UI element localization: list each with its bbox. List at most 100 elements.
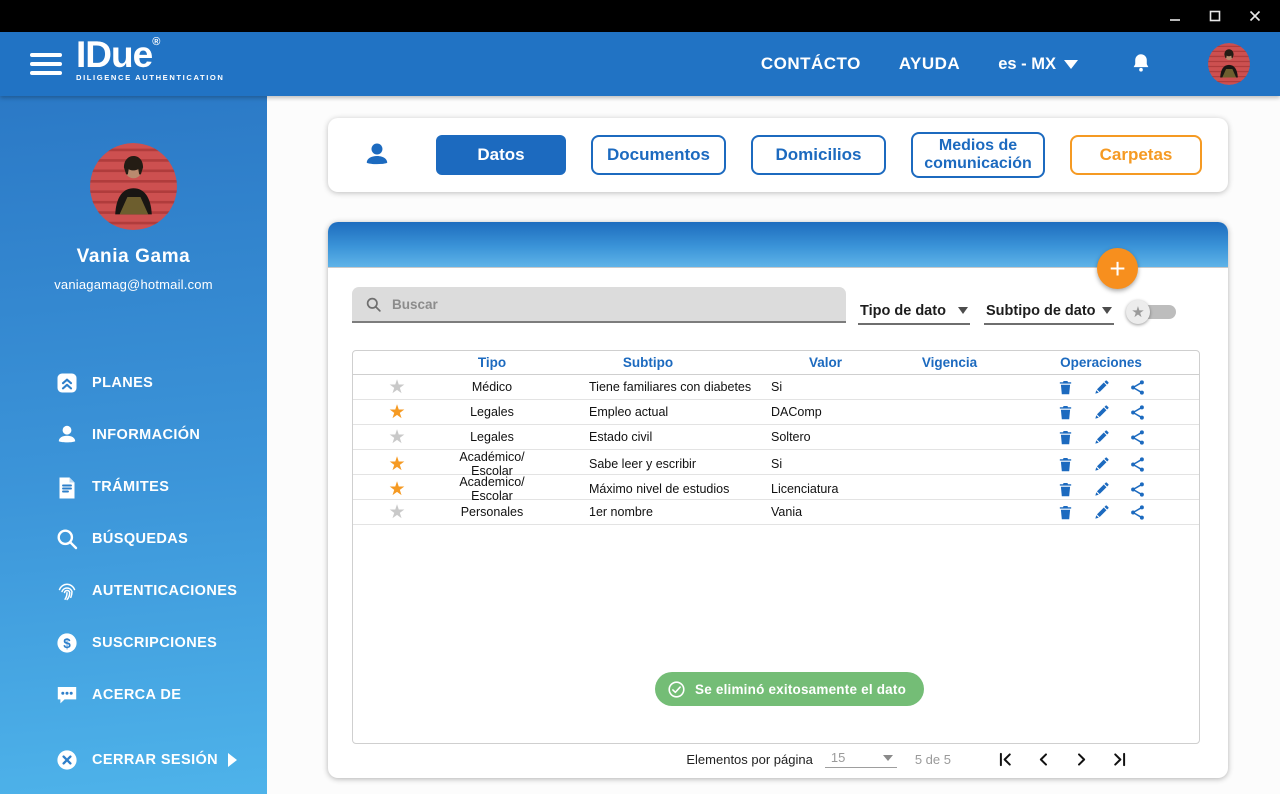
share-icon[interactable] [1129,404,1146,421]
chevron-down-icon [958,307,968,314]
search-bar [352,287,846,323]
language-selector[interactable]: es - MX [998,55,1078,74]
first-page-icon[interactable] [997,751,1014,768]
delete-icon[interactable] [1057,429,1074,446]
header-avatar[interactable] [1208,43,1250,85]
close-icon[interactable] [1242,3,1268,29]
cell-valor: Si [771,380,783,394]
pagination-label: Elementos por página [686,751,813,767]
sidebar-item-tramites[interactable]: TRÁMITES [0,461,267,513]
favorite-star-icon[interactable]: ★ [353,403,441,422]
tipo-filter-label: Tipo de dato [860,302,946,319]
delete-icon[interactable] [1057,456,1074,473]
cell-tipo: Academico/ Escolar [459,475,525,503]
delete-icon[interactable] [1057,481,1074,498]
sidebar-item-cerrar-sesion[interactable]: CERRAR SESIÓN [0,736,267,784]
logout-label: CERRAR SESIÓN [92,752,219,768]
edit-icon[interactable] [1093,404,1110,421]
cell-valor: DAComp [771,405,822,419]
header-operaciones: Operaciones [1060,355,1142,370]
cell-tipo: Académico/ Escolar [459,450,525,478]
share-icon[interactable] [1129,456,1146,473]
main-content: Datos Documentos Domicilios Medios de comun… [267,96,1280,794]
share-icon[interactable] [1129,429,1146,446]
table-header-row: Tipo Subtipo Valor Vigencia Operaciones [353,351,1199,375]
favorite-star-icon[interactable]: ★ [353,455,441,474]
share-icon[interactable] [1129,481,1146,498]
favorite-star-icon[interactable]: ★ [353,428,441,447]
sidebar-item-informacion[interactable]: INFORMACIÓN [0,409,267,461]
minimize-icon[interactable] [1162,3,1188,29]
logo-title: IDue [76,34,153,75]
edit-icon[interactable] [1093,504,1110,521]
subtipo-de-dato-dropdown[interactable]: Subtipo de dato [984,298,1114,325]
contact-link[interactable]: CONTÁCTO [761,54,861,74]
last-page-icon[interactable] [1111,751,1128,768]
edit-icon[interactable] [1093,456,1110,473]
sidebar-item-label: AUTENTICACIONES [92,583,238,599]
cell-operaciones [1001,429,1199,446]
cell-tipo: Legales [470,405,514,419]
delete-icon[interactable] [1057,379,1074,396]
sidebar-item-label: INFORMACIÓN [92,427,201,443]
share-icon[interactable] [1129,504,1146,521]
sidebar-item-acerca-de[interactable]: ACERCA DE [0,669,267,721]
sidebar-item-busquedas[interactable]: BÚSQUEDAS [0,513,267,565]
chevron-down-icon [882,754,893,761]
header-tipo: Tipo [477,355,507,370]
success-toast: Se eliminó exitosamente el dato [655,672,925,706]
page-size-select[interactable]: 15 [824,750,897,768]
maximize-icon[interactable] [1202,3,1228,29]
check-circle-icon [667,680,686,699]
tab-documentos[interactable]: Documentos [591,135,726,175]
logo-tagline: DILIGENCE AUTHENTICATION [76,73,225,82]
sidebar-item-label: SUSCRIPCIONES [92,635,218,651]
edit-icon[interactable] [1093,379,1110,396]
bell-icon[interactable] [1130,52,1152,76]
search-input[interactable] [392,296,812,312]
favorite-star-icon[interactable]: ★ [353,480,441,499]
menu-icon[interactable] [30,53,62,75]
chat-icon [55,683,79,707]
tab-medios-de-comunicacion[interactable]: Medios de comunicación [911,132,1045,178]
toast-message: Se eliminó exitosamente el dato [695,681,907,697]
svg-text:$: $ [63,636,71,651]
help-link[interactable]: AYUDA [899,54,960,74]
star-icon: ★ [1126,300,1150,324]
edit-icon[interactable] [1093,481,1110,498]
subtipo-filter-label: Subtipo de dato [986,302,1096,319]
table-row: ★ Legales Estado civil Soltero [353,425,1199,450]
document-icon [55,475,79,499]
cell-operaciones [1001,504,1199,521]
delete-icon[interactable] [1057,504,1074,521]
delete-icon[interactable] [1057,404,1074,421]
next-page-icon[interactable] [1073,751,1090,768]
add-button[interactable]: + [1097,248,1138,289]
profile-name: Vania Gama [76,246,191,267]
cell-tipo: Personales [460,505,524,519]
sidebar-item-autenticaciones[interactable]: AUTENTICACIONES [0,565,267,617]
sidebar-item-planes[interactable]: PLANES [0,357,267,409]
tab-datos[interactable]: Datos [436,135,566,175]
header-nav: CONTÁCTO AYUDA es - MX [761,32,1280,96]
cell-valor: Si [771,457,783,471]
cell-tipo: Legales [470,430,514,444]
tab-carpetas[interactable]: Carpetas [1070,135,1202,175]
cell-valor: Soltero [771,430,811,444]
sidebar-item-suscripciones[interactable]: $ SUSCRIPCIONES [0,617,267,669]
previous-page-icon[interactable] [1035,751,1052,768]
tab-domicilios[interactable]: Domicilios [751,135,886,175]
favorite-star-icon[interactable]: ★ [353,503,441,522]
dollar-icon: $ [55,631,79,655]
cell-subtipo: Empleo actual [589,405,669,419]
page-range: 5 de 5 [914,751,951,767]
cell-subtipo: 1er nombre [589,505,653,519]
favorites-toggle[interactable]: ★ [1126,300,1180,324]
table-row: ★ Académico/ Escolar Sabe leer y escribir S… [353,450,1199,478]
tipo-de-dato-dropdown[interactable]: Tipo de dato [858,298,970,325]
cell-operaciones [1001,379,1199,396]
page-size-value: 15 [830,750,846,765]
edit-icon[interactable] [1093,429,1110,446]
share-icon[interactable] [1129,379,1146,396]
favorite-star-icon[interactable]: ★ [353,378,441,397]
